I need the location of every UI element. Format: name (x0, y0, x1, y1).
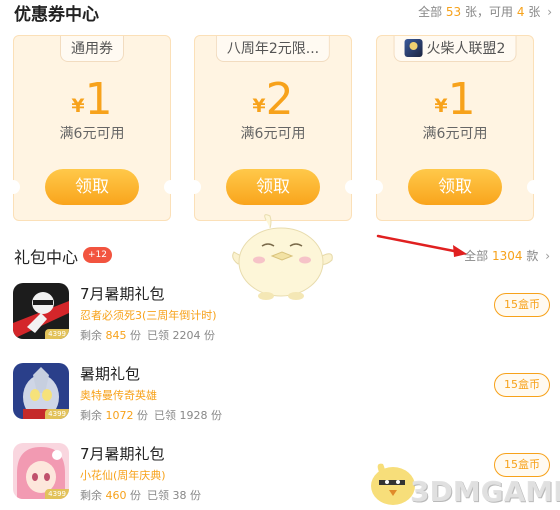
gift-game-name: 忍者必须死3(三周年倒计时) (80, 309, 217, 322)
gift-name: 暑期礼包 (80, 365, 141, 383)
coupon-tag-label: 八周年2元限... (226, 41, 320, 57)
coupon-amount: ¥1 (14, 74, 170, 126)
gift-list-item[interactable]: 4399 7月暑期礼包 忍者必须死3(三周年倒计时) 剩余 845 份已领 22… (0, 283, 560, 353)
remain-label: 剩余 (80, 329, 102, 342)
coupon-amount-value: 1 (447, 74, 476, 125)
coupon-amount: ¥2 (195, 74, 351, 126)
gift-game-name: 小花仙(周年庆典) (80, 469, 166, 482)
gift-stock-info: 剩余 460 份已领 38 份 (80, 487, 201, 503)
watermark-text: 3DMGAME (410, 475, 560, 508)
gift-icon-badge: 4399 (45, 329, 69, 339)
coupon-card: 火柴人联盟2 ¥1 满6元可用 领取 (369, 35, 541, 221)
remain-label: 剩余 (80, 489, 102, 502)
coupon-amount-value: 1 (84, 74, 113, 125)
claimed-count: 38 (172, 489, 187, 502)
gift-game-name: 奥特曼传奇英雄 (80, 389, 157, 402)
coupon-summary-mid: 张，可用 (465, 5, 514, 19)
yen-symbol: ¥ (434, 95, 448, 117)
coupon-tag: 火柴人联盟2 (393, 36, 517, 62)
claimed-count: 2204 (172, 329, 201, 342)
remain-count: 460 (105, 489, 127, 502)
gift-count-badge: +12 (83, 247, 112, 263)
flower-fairy-game-icon: 4399 (13, 443, 69, 499)
gift-stock-info: 剩余 1072 份已领 1928 份 (80, 407, 222, 423)
ultraman-game-icon: 4399 (13, 363, 69, 419)
redeem-gift-button[interactable]: 15盒币 (494, 453, 550, 477)
ninja-game-icon: 4399 (13, 283, 69, 339)
redeem-gift-button[interactable]: 15盒币 (494, 293, 550, 317)
chevron-right-icon: › (545, 249, 550, 263)
yen-symbol: ¥ (71, 95, 85, 117)
claim-coupon-button[interactable]: 领取 (408, 169, 502, 205)
coupon-center-header: 优惠券中心 全部 53 张，可用 4 张 › (0, 0, 560, 26)
yen-symbol: ¥ (252, 95, 266, 117)
gift-name: 7月暑期礼包 (80, 285, 165, 303)
gift-icon-badge: 4399 (45, 489, 69, 499)
coupon-summary-link[interactable]: 全部 53 张，可用 4 张 › (418, 3, 552, 20)
coupon-amount-value: 2 (265, 74, 294, 125)
claimed-count: 1928 (179, 409, 208, 422)
coupon-center-title: 优惠券中心 (14, 5, 99, 25)
unit-label: 份 (130, 329, 141, 342)
coupon-total-count: 53 (445, 5, 462, 19)
chevron-right-icon: › (547, 5, 552, 19)
unit-label: 份 (190, 489, 201, 502)
coupon-tag-label: 火柴人联盟2 (426, 41, 506, 57)
coupon-available-count: 4 (516, 5, 525, 19)
gift-icon-badge: 4399 (45, 409, 69, 419)
coupon-amount: ¥1 (377, 74, 533, 126)
gift-stock-info: 剩余 845 份已领 2204 份 (80, 327, 215, 343)
coupon-condition: 满6元可用 (240, 126, 306, 142)
coupon-summary-suffix: 张 (528, 5, 541, 19)
gift-center-title: 礼包中心 (14, 248, 79, 267)
claimed-label: 已领 (147, 489, 169, 502)
remain-count: 845 (105, 329, 127, 342)
claimed-label: 已领 (147, 329, 169, 342)
coupon-card: 八周年2元限... ¥2 满6元可用 领取 (187, 35, 359, 221)
unit-label: 份 (204, 329, 215, 342)
gift-name: 7月暑期礼包 (80, 445, 165, 463)
unit-label: 份 (211, 409, 222, 422)
redeem-gift-button[interactable]: 15盒币 (494, 373, 550, 397)
gift-total-suffix: 款 (526, 249, 539, 263)
gift-total-count: 1304 (491, 249, 523, 263)
gift-total-link[interactable]: 全部 1304 款 › (464, 247, 550, 264)
coupon-summary-prefix: 全部 (418, 5, 443, 19)
coupon-card: 通用券 ¥1 满6元可用 领取 (6, 35, 178, 221)
stickman-game-icon (404, 39, 423, 57)
gift-list-item[interactable]: 4399 暑期礼包 奥特曼传奇英雄 剩余 1072 份已领 1928 份 15盒… (0, 363, 560, 433)
coupon-tag: 八周年2元限... (215, 36, 331, 62)
claim-coupon-button[interactable]: 领取 (226, 169, 320, 205)
coupon-condition: 满6元可用 (422, 126, 488, 142)
claimed-label: 已领 (154, 409, 176, 422)
remain-label: 剩余 (80, 409, 102, 422)
unit-label: 份 (130, 489, 141, 502)
claim-coupon-button[interactable]: 领取 (45, 169, 139, 205)
coupon-tag: 通用券 (60, 36, 124, 62)
unit-label: 份 (137, 409, 148, 422)
annotation-arrow-icon (376, 234, 467, 257)
remain-count: 1072 (105, 409, 134, 422)
coupon-condition: 满6元可用 (59, 126, 125, 142)
coupon-tag-label: 通用券 (71, 41, 113, 57)
